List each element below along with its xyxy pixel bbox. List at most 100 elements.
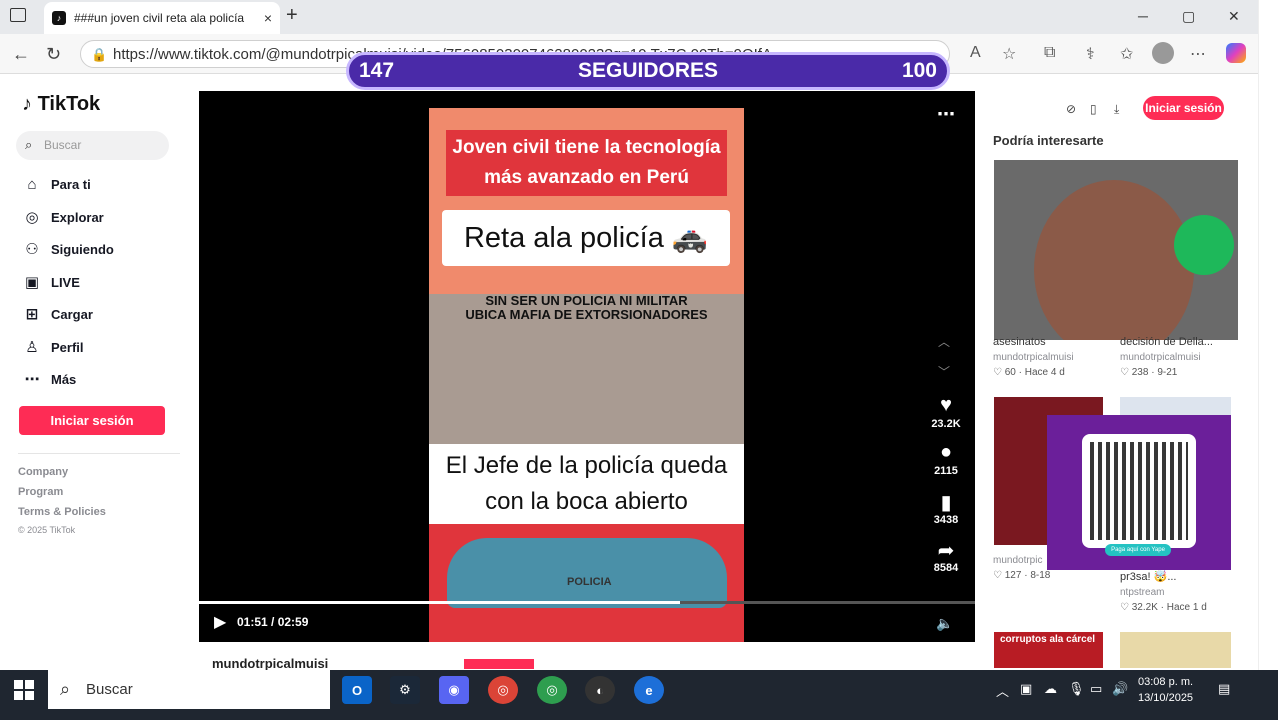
browser-tab[interactable]: ♪ ###un joven civil reta ala policía × xyxy=(44,2,280,34)
card-author[interactable]: ntpstream xyxy=(1120,587,1164,598)
favorites-icon[interactable]: ✩ xyxy=(1120,44,1133,64)
maximize-button[interactable]: ▢ xyxy=(1182,8,1195,25)
nav-item-live[interactable]: ▣ LIVE xyxy=(22,273,80,291)
video-quote: El Jefe de la policía queda con la boca … xyxy=(429,444,744,524)
card-stats: ♡ 127 · 8-18 xyxy=(993,570,1051,581)
settings-more-icon[interactable]: ⋯ xyxy=(1190,44,1206,64)
cloud-icon[interactable]: ☁ xyxy=(1044,681,1057,697)
card-title[interactable]: pr3sa! 🤯... xyxy=(1120,570,1177,583)
progress-fill xyxy=(199,601,681,604)
author-name[interactable]: mundotrpicalmuisi xyxy=(212,656,328,671)
profile-icon: ♙ xyxy=(25,339,39,356)
previous-video-icon[interactable]: ︿ xyxy=(938,333,950,350)
new-tab-button[interactable]: + xyxy=(286,4,298,27)
minimize-button[interactable]: ─ xyxy=(1138,8,1148,24)
heart-icon: ♥ xyxy=(940,394,952,416)
more-icon: ⋯ xyxy=(24,371,40,388)
login-button[interactable]: Iniciar sesión xyxy=(19,406,165,435)
search-input[interactable]: ⌕ Buscar xyxy=(16,131,169,160)
volume-icon[interactable]: 🔈 xyxy=(936,615,953,632)
close-tab-icon[interactable]: × xyxy=(264,10,272,26)
footer-link-program[interactable]: Program xyxy=(18,486,63,498)
save-button[interactable]: ▮ 3438 xyxy=(926,490,966,526)
outlook-icon[interactable]: O xyxy=(342,676,372,704)
sidebar-divider xyxy=(18,453,180,454)
upload-icon: ⊞ xyxy=(25,306,39,323)
more-options-icon[interactable]: ⋯ xyxy=(937,104,955,125)
volume-tray-icon[interactable]: 🔊 xyxy=(1112,681,1128,697)
download-icon[interactable]: ⤓ xyxy=(1114,102,1119,117)
suggested-video-thumbnail[interactable] xyxy=(1120,632,1231,668)
edge-icon[interactable]: e xyxy=(634,676,664,704)
tray-app-icon[interactable]: ▣ xyxy=(1020,681,1032,697)
nav-item-cargar[interactable]: ⊞ Cargar xyxy=(22,305,93,323)
nav-item-perfil[interactable]: ♙ Perfil xyxy=(22,338,83,356)
home-icon: ⌂ xyxy=(27,176,37,193)
extensions-icon[interactable]: ⧉ xyxy=(1044,44,1055,62)
taskbar-clock[interactable]: 03:08 p. m. 13/10/2025 xyxy=(1138,674,1193,706)
search-icon: ⌕ xyxy=(25,137,33,152)
tiktok-favicon-icon: ♪ xyxy=(52,11,66,25)
discord-icon[interactable]: ◉ xyxy=(439,676,469,704)
bookmark-icon: ▮ xyxy=(940,492,952,514)
back-icon[interactable]: ← xyxy=(12,44,30,65)
obs-icon[interactable]: ◐ xyxy=(585,676,615,704)
profile-avatar[interactable] xyxy=(1152,42,1174,64)
nav-item-mas[interactable]: ⋯ Más xyxy=(22,370,77,388)
live-icon: ▣ xyxy=(24,274,40,291)
tab-actions-icon[interactable] xyxy=(10,8,26,22)
tab-title: ###un joven civil reta ala policía xyxy=(74,11,245,25)
card-author[interactable]: mundotrpic xyxy=(993,555,1042,566)
network-icon[interactable]: ▭ xyxy=(1090,681,1102,697)
video-frame[interactable]: Joven civil tiene la tecnología más avan… xyxy=(429,108,744,642)
follow-button[interactable] xyxy=(464,659,534,669)
card-stats: ♡ 238 · 9-21 xyxy=(1120,367,1178,378)
right-login-button[interactable]: Iniciar sesión xyxy=(1143,96,1224,120)
suggested-video-thumbnail[interactable]: corruptos ala cárcel xyxy=(994,632,1103,668)
page-scrollbar[interactable] xyxy=(1258,0,1278,670)
suggested-video-thumbnail[interactable] xyxy=(994,160,1238,340)
followers-right-count: 100 xyxy=(901,59,937,82)
windows-start-icon[interactable] xyxy=(14,680,34,700)
site-info-icon[interactable]: 🔒 xyxy=(91,47,107,63)
card-title[interactable]: decisión de Della... xyxy=(1120,336,1213,348)
close-window-button[interactable]: ✕ xyxy=(1228,8,1240,25)
next-video-icon[interactable]: ﹀ xyxy=(938,363,950,380)
footer-link-company[interactable]: Company xyxy=(18,466,68,478)
card-stats: ♡ 60 · Hace 4 d xyxy=(993,367,1065,378)
refresh-icon[interactable]: ↻ xyxy=(46,44,61,65)
microphone-icon[interactable]: 🎙 xyxy=(1068,681,1085,697)
card-author[interactable]: mundotrpicalmuisi xyxy=(1120,352,1201,363)
compass-small-icon[interactable]: ⊘ xyxy=(1066,102,1076,116)
card-title[interactable]: asesinatos xyxy=(993,336,1046,348)
like-button[interactable]: ♥ 23.2K xyxy=(926,394,966,430)
taskbar-search-input[interactable]: ⌕ Buscar xyxy=(48,670,330,709)
copyright: © 2025 TikTok xyxy=(18,525,76,535)
search-icon: ⌕ xyxy=(60,679,71,699)
copilot-icon[interactable] xyxy=(1226,43,1246,63)
comment-button[interactable]: ● 2115 xyxy=(926,441,966,477)
device-icon[interactable]: ▯ xyxy=(1090,102,1097,116)
tiktok-logo[interactable]: ♪ TikTok xyxy=(22,93,100,116)
read-aloud-icon[interactable]: A xyxy=(970,44,981,62)
suggestions-title: Podría interesarte xyxy=(993,133,1104,148)
video-subtitle: Reta ala policía 🚓 xyxy=(442,210,730,266)
footer-link-terms[interactable]: Terms & Policies xyxy=(18,506,106,518)
video-progress-bar[interactable] xyxy=(199,601,975,604)
steam-icon[interactable]: ⚙ xyxy=(390,676,420,704)
compass-icon: ◎ xyxy=(25,209,39,226)
play-icon[interactable]: ▶ xyxy=(214,612,226,632)
favorite-star-icon[interactable]: ☆ xyxy=(1002,44,1016,64)
following-icon: ⚇ xyxy=(25,241,39,258)
browser-essentials-icon[interactable]: ⚕ xyxy=(1086,44,1095,64)
nav-item-para-ti[interactable]: ⌂ Para ti xyxy=(22,176,90,193)
notifications-icon[interactable]: ▤ xyxy=(1218,681,1230,697)
nav-item-siguiendo[interactable]: ⚇ Siguiendo xyxy=(22,240,114,258)
chrome-profile-icon[interactable]: ◎ xyxy=(537,676,567,704)
police-car-image: POLICIA xyxy=(447,538,727,608)
chrome-icon[interactable]: ◎ xyxy=(488,676,518,704)
nav-item-explorar[interactable]: ◎ Explorar xyxy=(22,208,103,226)
tray-expand-icon[interactable]: ︿ xyxy=(996,681,1009,700)
card-author[interactable]: mundotrpicalmuisi xyxy=(993,352,1074,363)
share-button[interactable]: ➦ 8584 xyxy=(926,538,966,574)
